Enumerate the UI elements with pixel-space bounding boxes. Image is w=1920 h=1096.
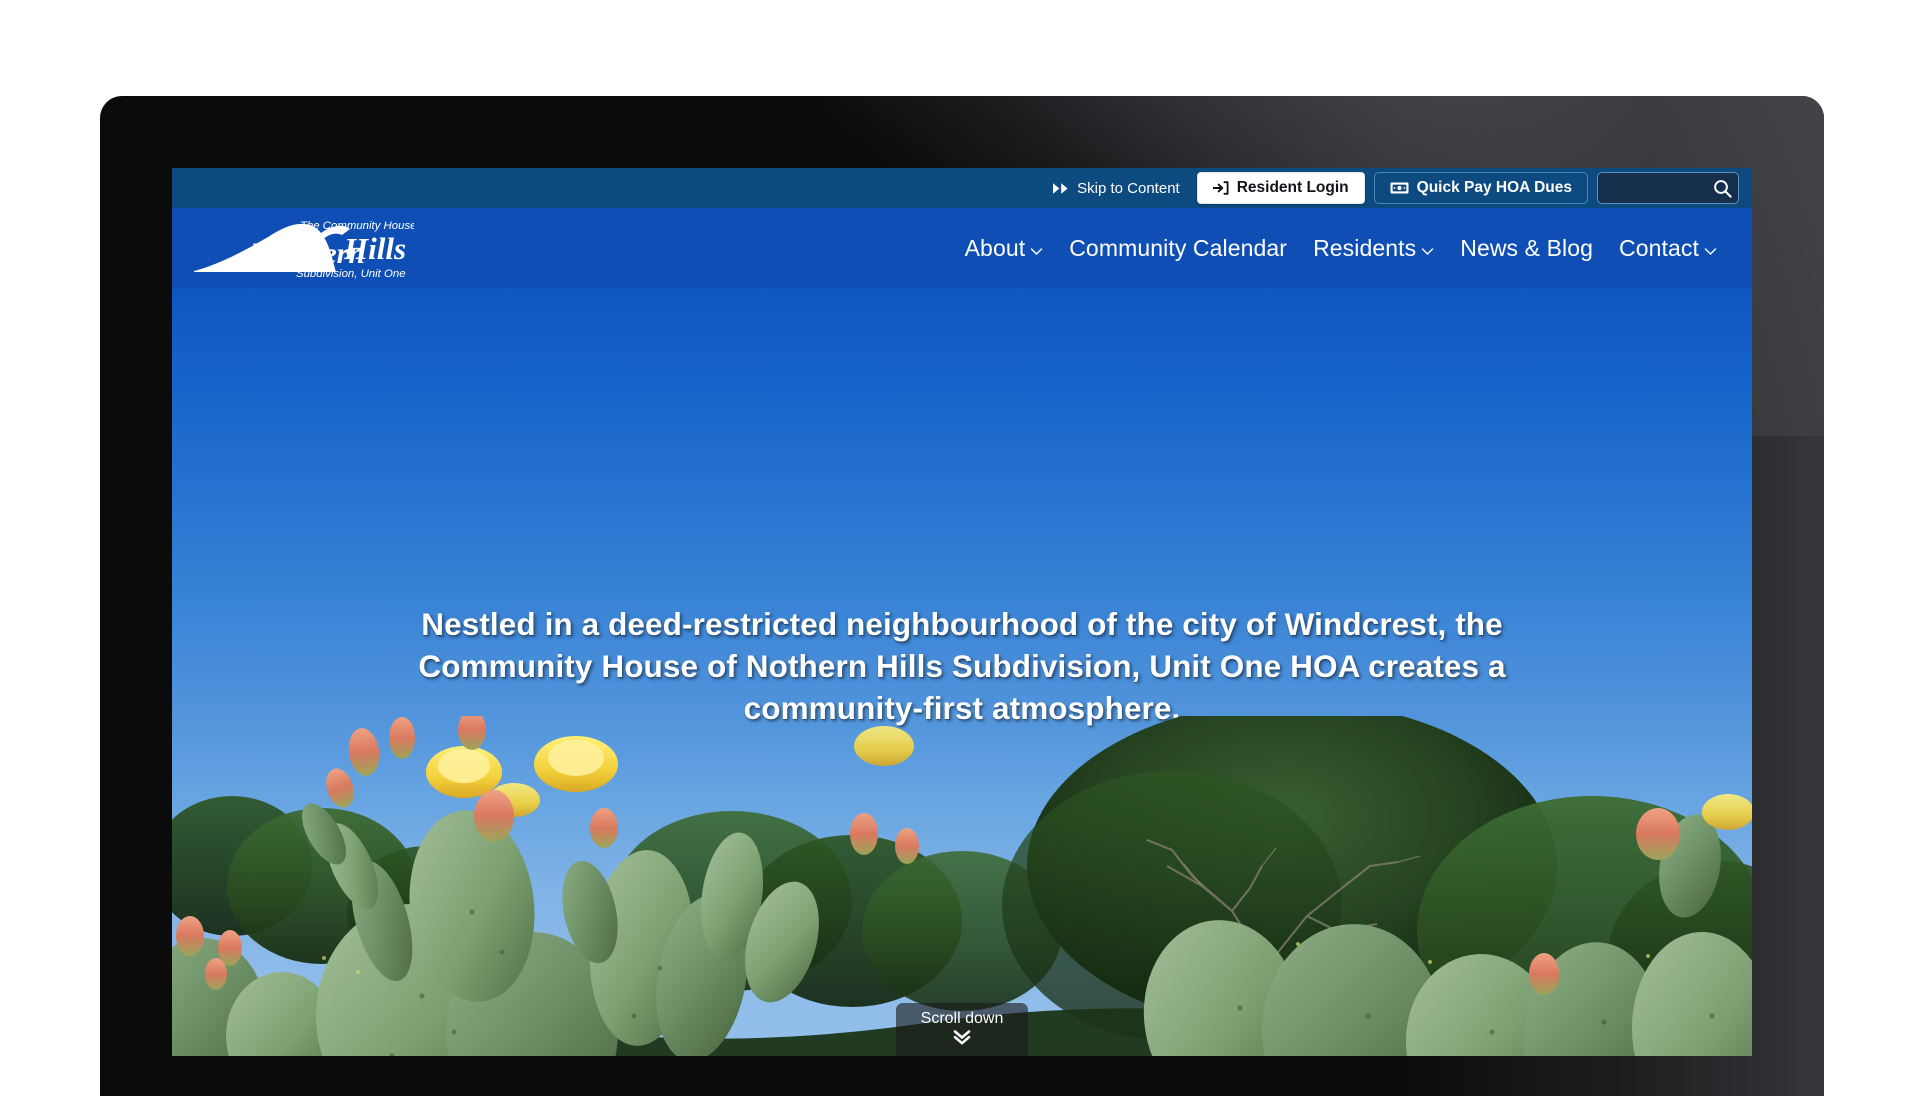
chevron-down-icon [1030, 235, 1043, 262]
fast-forward-icon [1053, 182, 1070, 195]
site-logo[interactable]: The Community House of Northern Hills Su… [192, 215, 414, 281]
logo-wordmark-hills: Hills [343, 231, 406, 266]
hero-section: Nestled in a deed-restricted neighbourho… [172, 288, 1752, 1056]
nav-item-contact[interactable]: Contact [1606, 229, 1730, 268]
chevron-down-icon [1704, 235, 1717, 262]
resident-login-label: Resident Login [1236, 179, 1349, 196]
sign-in-icon [1212, 181, 1229, 195]
nav-item-residents[interactable]: Residents [1300, 229, 1447, 268]
nav-item-community-calendar[interactable]: Community Calendar [1056, 229, 1300, 268]
skip-to-content-label: Skip to Content [1077, 179, 1180, 197]
nav-label-about: About [964, 234, 1026, 261]
nav-label-community-calendar: Community Calendar [1069, 234, 1288, 261]
nav-label-residents: Residents [1313, 234, 1417, 261]
nav-item-news-and-blog[interactable]: News & Blog [1447, 229, 1606, 268]
chevron-down-icon [1421, 235, 1434, 262]
chevron-double-down-icon [951, 1029, 973, 1046]
logo-tagline-bottom: Subdivision, Unit One [296, 268, 406, 280]
resident-login-button[interactable]: Resident Login [1196, 172, 1365, 204]
skip-to-content-link[interactable]: Skip to Content [1045, 177, 1188, 200]
scroll-down-indicator[interactable]: Scroll down [896, 1003, 1028, 1056]
hero-headline: Nestled in a deed-restricted neighbourho… [172, 604, 1752, 730]
laptop-device: Skip to Content Resident Login Quick Pay… [100, 96, 1824, 1096]
hero-headline-text: Nestled in a deed-restricted neighbourho… [418, 606, 1506, 726]
search-box[interactable] [1597, 172, 1739, 204]
nav-item-about[interactable]: About [952, 229, 1057, 268]
money-bill-icon [1390, 181, 1409, 195]
quick-pay-hoa-dues-button[interactable]: Quick Pay HOA Dues [1373, 172, 1588, 204]
scroll-down-label: Scroll down [920, 1010, 1004, 1028]
browser-viewport: Skip to Content Resident Login Quick Pay… [172, 168, 1752, 1056]
nav-label-contact: Contact [1619, 234, 1699, 261]
nav-label-news-and-blog: News & Blog [1460, 234, 1594, 261]
quick-pay-label: Quick Pay HOA Dues [1416, 179, 1572, 196]
site-header: The Community House of Northern Hills Su… [172, 208, 1752, 288]
main-navigation: About Community Calendar Residents News … [952, 229, 1736, 268]
search-icon[interactable] [1711, 177, 1733, 199]
utility-bar: Skip to Content Resident Login Quick Pay… [172, 168, 1752, 208]
